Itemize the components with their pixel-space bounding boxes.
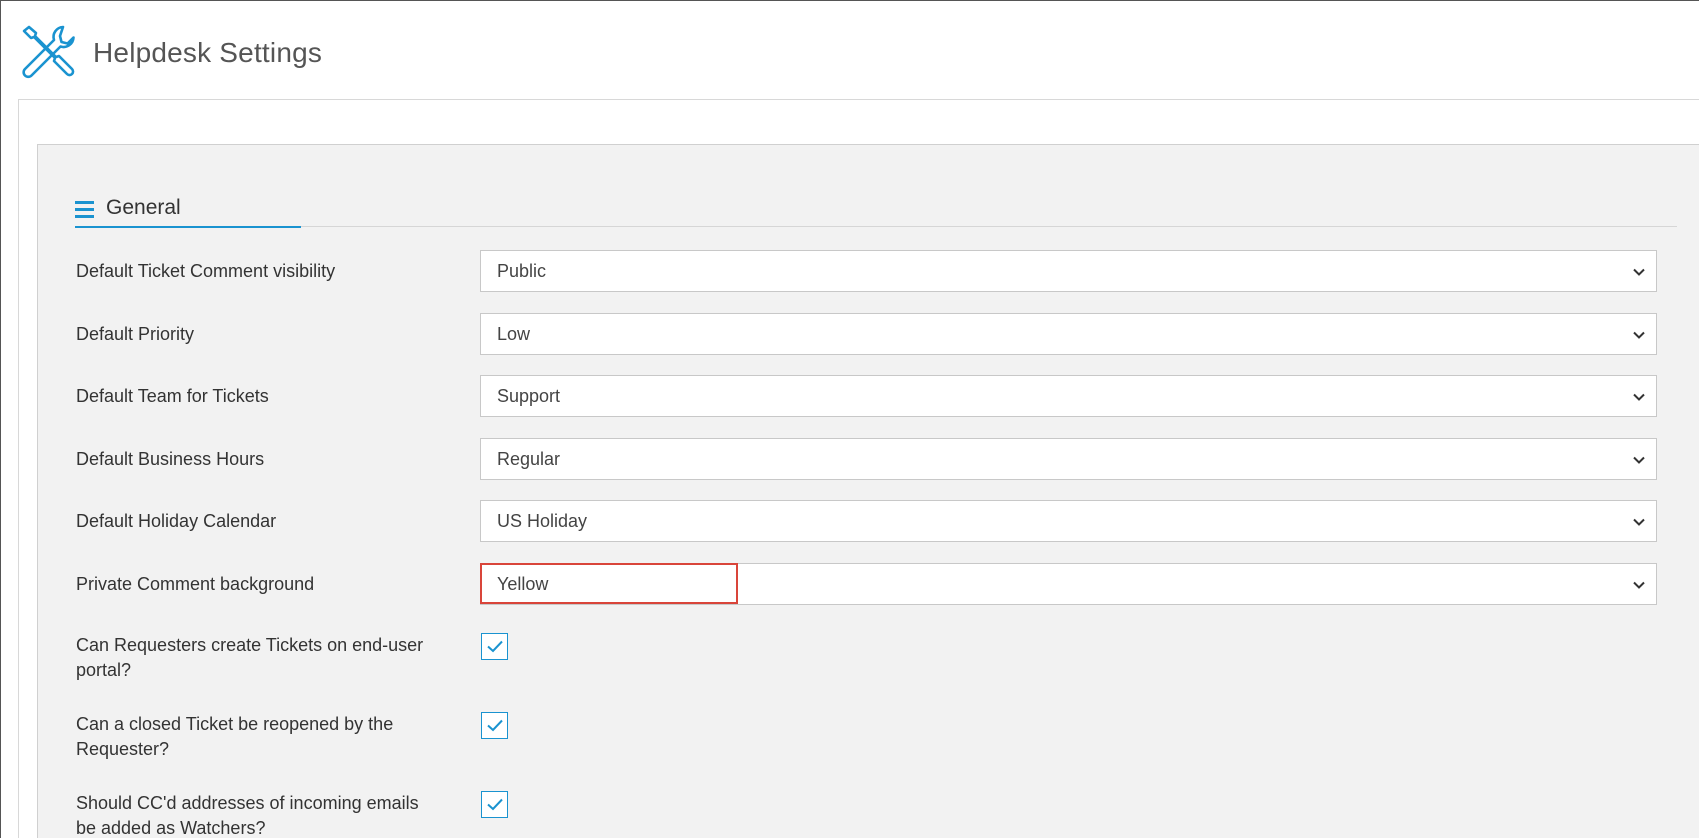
holiday-calendar-select[interactable]: US Holiday <box>480 500 1657 542</box>
requesters-create-label: Can Requesters create Tickets on end-use… <box>76 635 424 680</box>
menu-lines-icon <box>75 201 95 219</box>
section-divider <box>75 226 1677 227</box>
cc-watchers-label: Should CC'd addresses of incoming emails… <box>76 793 419 838</box>
cc-watchers-checkbox[interactable] <box>481 791 508 818</box>
holiday-calendar-label: Default Holiday Calendar <box>76 511 277 531</box>
section-active-underline <box>75 226 301 228</box>
reopen-closed-checkbox[interactable] <box>481 712 508 739</box>
requesters-create-checkbox[interactable] <box>481 633 508 660</box>
reopen-closed-label: Can a closed Ticket be reopened by the R… <box>76 714 394 759</box>
priority-value: Low <box>497 324 531 344</box>
team-value: Support <box>497 386 561 406</box>
chevron-down-icon <box>1633 331 1645 339</box>
holiday-calendar-value: US Holiday <box>497 511 588 531</box>
business-hours-select[interactable]: Regular <box>480 438 1657 480</box>
section-title: General <box>106 196 181 219</box>
chevron-down-icon <box>1633 456 1645 464</box>
private-comment-bg-select[interactable]: Yellow <box>480 563 1657 605</box>
app-window: Helpdesk Settings General Default Ticket… <box>0 0 1699 838</box>
private-comment-bg-value: Yellow <box>497 574 549 594</box>
checkmark-icon <box>487 640 503 653</box>
private-comment-bg-label: Private Comment background <box>76 574 315 594</box>
chevron-down-icon <box>1633 581 1645 589</box>
checkmark-icon <box>487 798 503 811</box>
checkmark-icon <box>487 719 503 732</box>
business-hours-value: Regular <box>497 449 561 469</box>
chevron-down-icon <box>1633 518 1645 526</box>
business-hours-label: Default Business Hours <box>76 449 265 469</box>
chevron-down-icon <box>1633 393 1645 401</box>
team-select[interactable]: Support <box>480 375 1657 417</box>
tools-icon <box>22 25 75 79</box>
chevron-down-icon <box>1633 268 1645 276</box>
team-label: Default Team for Tickets <box>76 386 269 406</box>
page-title: Helpdesk Settings <box>93 37 323 68</box>
priority-select[interactable]: Low <box>480 313 1657 355</box>
comment-visibility-value: Public <box>497 261 547 281</box>
comment-visibility-select[interactable]: Public <box>480 250 1657 292</box>
page-header: Helpdesk Settings <box>1 1 1699 99</box>
priority-label: Default Priority <box>76 324 195 344</box>
comment-visibility-label: Default Ticket Comment visibility <box>76 261 336 281</box>
